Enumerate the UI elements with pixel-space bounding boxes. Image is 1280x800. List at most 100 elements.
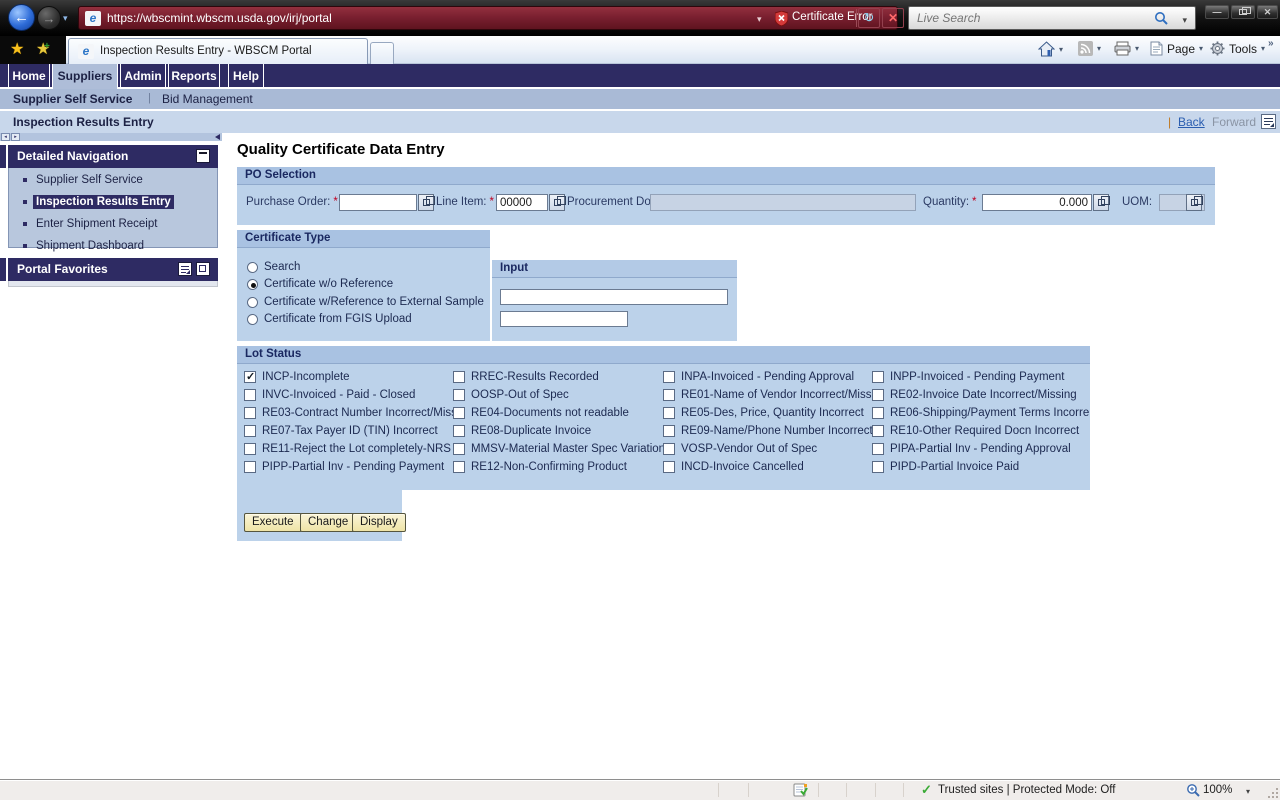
checkbox-icon-checked[interactable]	[244, 371, 256, 383]
scroll-left-button[interactable]: ◂	[1, 133, 10, 141]
radio-certificate-from-fgis-upload[interactable]: Certificate from FGIS Upload	[247, 312, 412, 326]
checkbox-icon[interactable]	[244, 425, 256, 437]
checkbox-icon[interactable]	[244, 443, 256, 455]
sidebar-item-label[interactable]: Inspection Results Entry	[33, 195, 174, 209]
live-search-input[interactable]	[915, 9, 1125, 27]
checkbox-icon[interactable]	[663, 425, 675, 437]
checkbox-re10-other-required-docn[interactable]: RE10-Other Required Docn Incorrect	[872, 425, 1089, 437]
radio-icon[interactable]	[247, 297, 258, 308]
checkbox-re05-des-price-quantity[interactable]: RE05-Des, Price, Quantity Incorrect	[663, 407, 874, 419]
browser-tab-active[interactable]: e Inspection Results Entry - WBSCM Porta…	[68, 38, 368, 64]
checkbox-re08-duplicate-invoice[interactable]: RE08-Duplicate Invoice	[453, 425, 665, 437]
sidebar-item-label[interactable]: Supplier Self Service	[33, 173, 146, 187]
browser-back-button[interactable]: ←	[8, 4, 35, 31]
scroll-right-button[interactable]: ▸	[11, 133, 20, 141]
menu-tab-home[interactable]: Home	[8, 64, 50, 88]
checkbox-icon[interactable]	[244, 389, 256, 401]
recent-pages-dropdown[interactable]: ▾	[63, 13, 68, 24]
menu-tab-admin[interactable]: Admin	[120, 64, 166, 88]
resize-grip[interactable]	[1266, 786, 1278, 798]
display-button[interactable]: Display	[352, 513, 406, 532]
checkbox-icon[interactable]	[663, 443, 675, 455]
refresh-button[interactable]: ↻	[858, 8, 880, 28]
checkbox-oosp-out-of-spec[interactable]: OOSP-Out of Spec	[453, 389, 665, 401]
checkbox-icon[interactable]	[453, 443, 465, 455]
page-menu-button[interactable]: Page ▾	[1150, 41, 1203, 56]
checkbox-incd-invoice-cancelled[interactable]: INCD-Invoice Cancelled	[663, 461, 874, 473]
subnav-supplier-self-service[interactable]: Supplier Self Service	[13, 92, 132, 106]
checkbox-icon[interactable]	[663, 461, 675, 473]
checkbox-icon[interactable]	[872, 371, 884, 383]
favorites-star-icon[interactable]: ★	[10, 39, 24, 59]
execute-button[interactable]: Execute	[244, 513, 302, 532]
radio-certificate-wo-reference[interactable]: Certificate w/o Reference	[247, 277, 393, 291]
checkbox-incp-incomplete[interactable]: INCP-Incomplete	[244, 371, 457, 383]
checkbox-rrec-results-recorded[interactable]: RREC-Results Recorded	[453, 371, 665, 383]
checkbox-icon[interactable]	[663, 371, 675, 383]
checkbox-re06-shipping-payment-terms[interactable]: RE06-Shipping/Payment Terms Incorre	[872, 407, 1089, 419]
checkbox-pipa-partial-inv-pending-approval[interactable]: PIPA-Partial Inv - Pending Approval	[872, 443, 1089, 455]
change-button[interactable]: Change	[300, 513, 356, 532]
live-search-box[interactable]: ▾	[908, 6, 1196, 30]
collapse-tray-button[interactable]	[196, 149, 210, 163]
favorites-menu-button[interactable]	[178, 262, 192, 276]
checkbox-icon[interactable]	[872, 389, 884, 401]
checkbox-icon[interactable]	[453, 371, 465, 383]
line-item-input[interactable]	[496, 194, 548, 211]
checkbox-re02-invoice-date[interactable]: RE02-Invoice Date Incorrect/Missing	[872, 389, 1089, 401]
menu-tab-suppliers[interactable]: Suppliers	[52, 64, 118, 89]
menu-tab-reports[interactable]: Reports	[168, 64, 220, 88]
checkbox-icon[interactable]	[663, 407, 675, 419]
url-text[interactable]: https://wbscmint.wbscm.usda.gov/irj/port…	[107, 11, 332, 25]
checkbox-re01-name-of-vendor[interactable]: RE01-Name of Vendor Incorrect/Missi	[663, 389, 874, 401]
checkbox-invc-invoiced-paid-closed[interactable]: INVC-Invoiced - Paid - Closed	[244, 389, 457, 401]
browser-forward-button[interactable]: →	[37, 6, 61, 30]
uom-value-help-icon[interactable]	[1186, 194, 1202, 211]
window-close-button[interactable]: ✕	[1257, 5, 1278, 19]
checkbox-mmsv-material-master-spec-variation[interactable]: MMSV-Material Master Spec Variation	[453, 443, 665, 455]
checkbox-icon[interactable]	[453, 407, 465, 419]
address-dropdown[interactable]: ▾	[757, 14, 762, 25]
checkbox-pipp-partial-inv-pending-payment[interactable]: PIPP-Partial Inv - Pending Payment	[244, 461, 457, 473]
purchase-order-input[interactable]	[339, 194, 417, 211]
home-button[interactable]: ▾	[1038, 41, 1063, 57]
history-forward-link[interactable]: Forward	[1212, 115, 1256, 129]
checkbox-icon[interactable]	[872, 461, 884, 473]
stop-button[interactable]: ✕	[882, 8, 904, 28]
new-tab-stub[interactable]	[370, 42, 394, 64]
history-menu-icon[interactable]	[1261, 114, 1276, 129]
tools-menu-button[interactable]: Tools ▾	[1210, 41, 1265, 56]
address-bar[interactable]: e https://wbscmint.wbscm.usda.gov/irj/po…	[78, 6, 898, 30]
checkbox-icon[interactable]	[872, 407, 884, 419]
radio-icon[interactable]	[247, 314, 258, 325]
zoom-dropdown[interactable]: ▾	[1246, 787, 1250, 796]
sidebar-item-inspection-results-entry[interactable]: Inspection Results Entry	[9, 194, 217, 212]
subnav-bid-management[interactable]: Bid Management	[162, 92, 253, 106]
home-dropdown[interactable]: ▾	[1059, 45, 1063, 54]
checkbox-icon[interactable]	[244, 407, 256, 419]
radio-icon[interactable]	[247, 262, 258, 273]
checkbox-re04-documents-not-readable[interactable]: RE04-Documents not readable	[453, 407, 665, 419]
zoom-magnifier-icon[interactable]	[1186, 783, 1201, 800]
checkbox-re11-reject-lot[interactable]: RE11-Reject the Lot completely-NRS	[244, 443, 457, 455]
security-zone-text[interactable]: Trusted sites | Protected Mode: Off	[938, 784, 1115, 796]
checkbox-icon[interactable]	[453, 389, 465, 401]
collapse-panel-arrow[interactable]	[215, 134, 220, 140]
command-overflow-chevron[interactable]: »	[1268, 38, 1274, 49]
checkbox-icon[interactable]	[453, 461, 465, 473]
checkbox-icon[interactable]	[244, 461, 256, 473]
menu-tab-help[interactable]: Help	[228, 64, 264, 88]
window-restore-button[interactable]	[1231, 5, 1255, 19]
window-minimize-button[interactable]: —	[1205, 5, 1229, 19]
checkbox-inpa-invoiced-pending-approval[interactable]: INPA-Invoiced - Pending Approval	[663, 371, 874, 383]
checkbox-icon[interactable]	[872, 443, 884, 455]
checkbox-re03-contract-number[interactable]: RE03-Contract Number Incorrect/Miss	[244, 407, 457, 419]
checkbox-re07-tax-payer-id[interactable]: RE07-Tax Payer ID (TIN) Incorrect	[244, 425, 457, 437]
checkbox-re12-non-confirming-product[interactable]: RE12-Non-Confirming Product	[453, 461, 665, 473]
radio-certificate-w-reference-external-sample[interactable]: Certificate w/Reference to External Samp…	[247, 295, 484, 309]
checkbox-inpp-invoiced-pending-payment[interactable]: INPP-Invoiced - Pending Payment	[872, 371, 1089, 383]
quantity-value-help-icon[interactable]	[1093, 194, 1109, 211]
sidebar-item-label[interactable]: Enter Shipment Receipt	[33, 217, 160, 231]
search-provider-dropdown[interactable]: ▾	[1182, 15, 1187, 26]
checkbox-icon[interactable]	[872, 425, 884, 437]
